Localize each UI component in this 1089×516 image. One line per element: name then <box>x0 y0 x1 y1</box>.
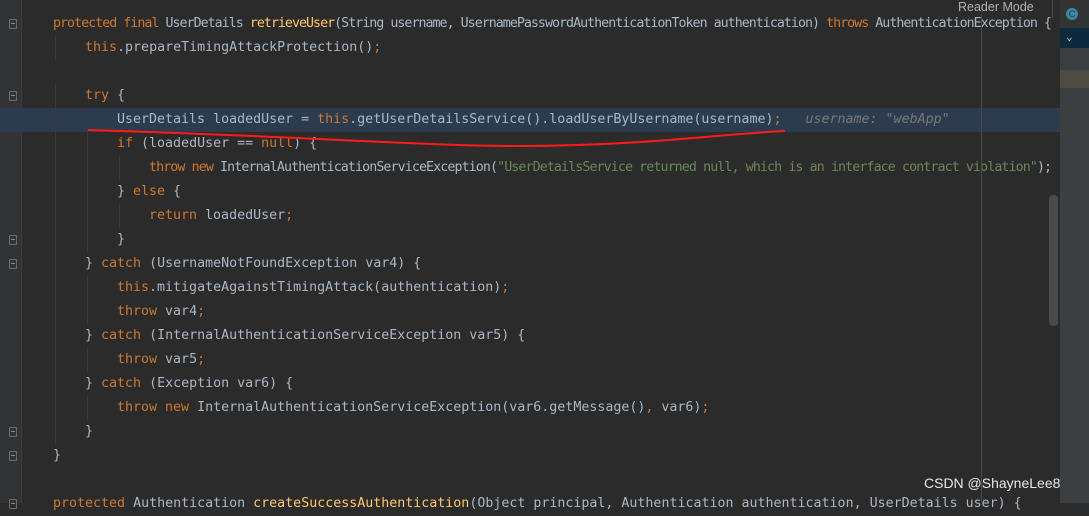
class-icon[interactable]: C <box>1066 8 1078 20</box>
watermark: CSDN @ShayneLee8 <box>924 475 1061 491</box>
panel-selected-row[interactable]: ⌄ <box>1060 28 1089 48</box>
chevron-down-icon[interactable]: ⌄ <box>1066 30 1073 43</box>
structure-panel: C ⌄ <box>1060 0 1089 503</box>
panel-header: C <box>1060 0 1089 28</box>
reader-mode-button[interactable]: Reader Mode <box>958 0 1034 14</box>
panel-row[interactable] <box>1060 70 1089 88</box>
red-underline-annotation <box>87 129 786 148</box>
red-underline-stroke <box>87 129 786 148</box>
